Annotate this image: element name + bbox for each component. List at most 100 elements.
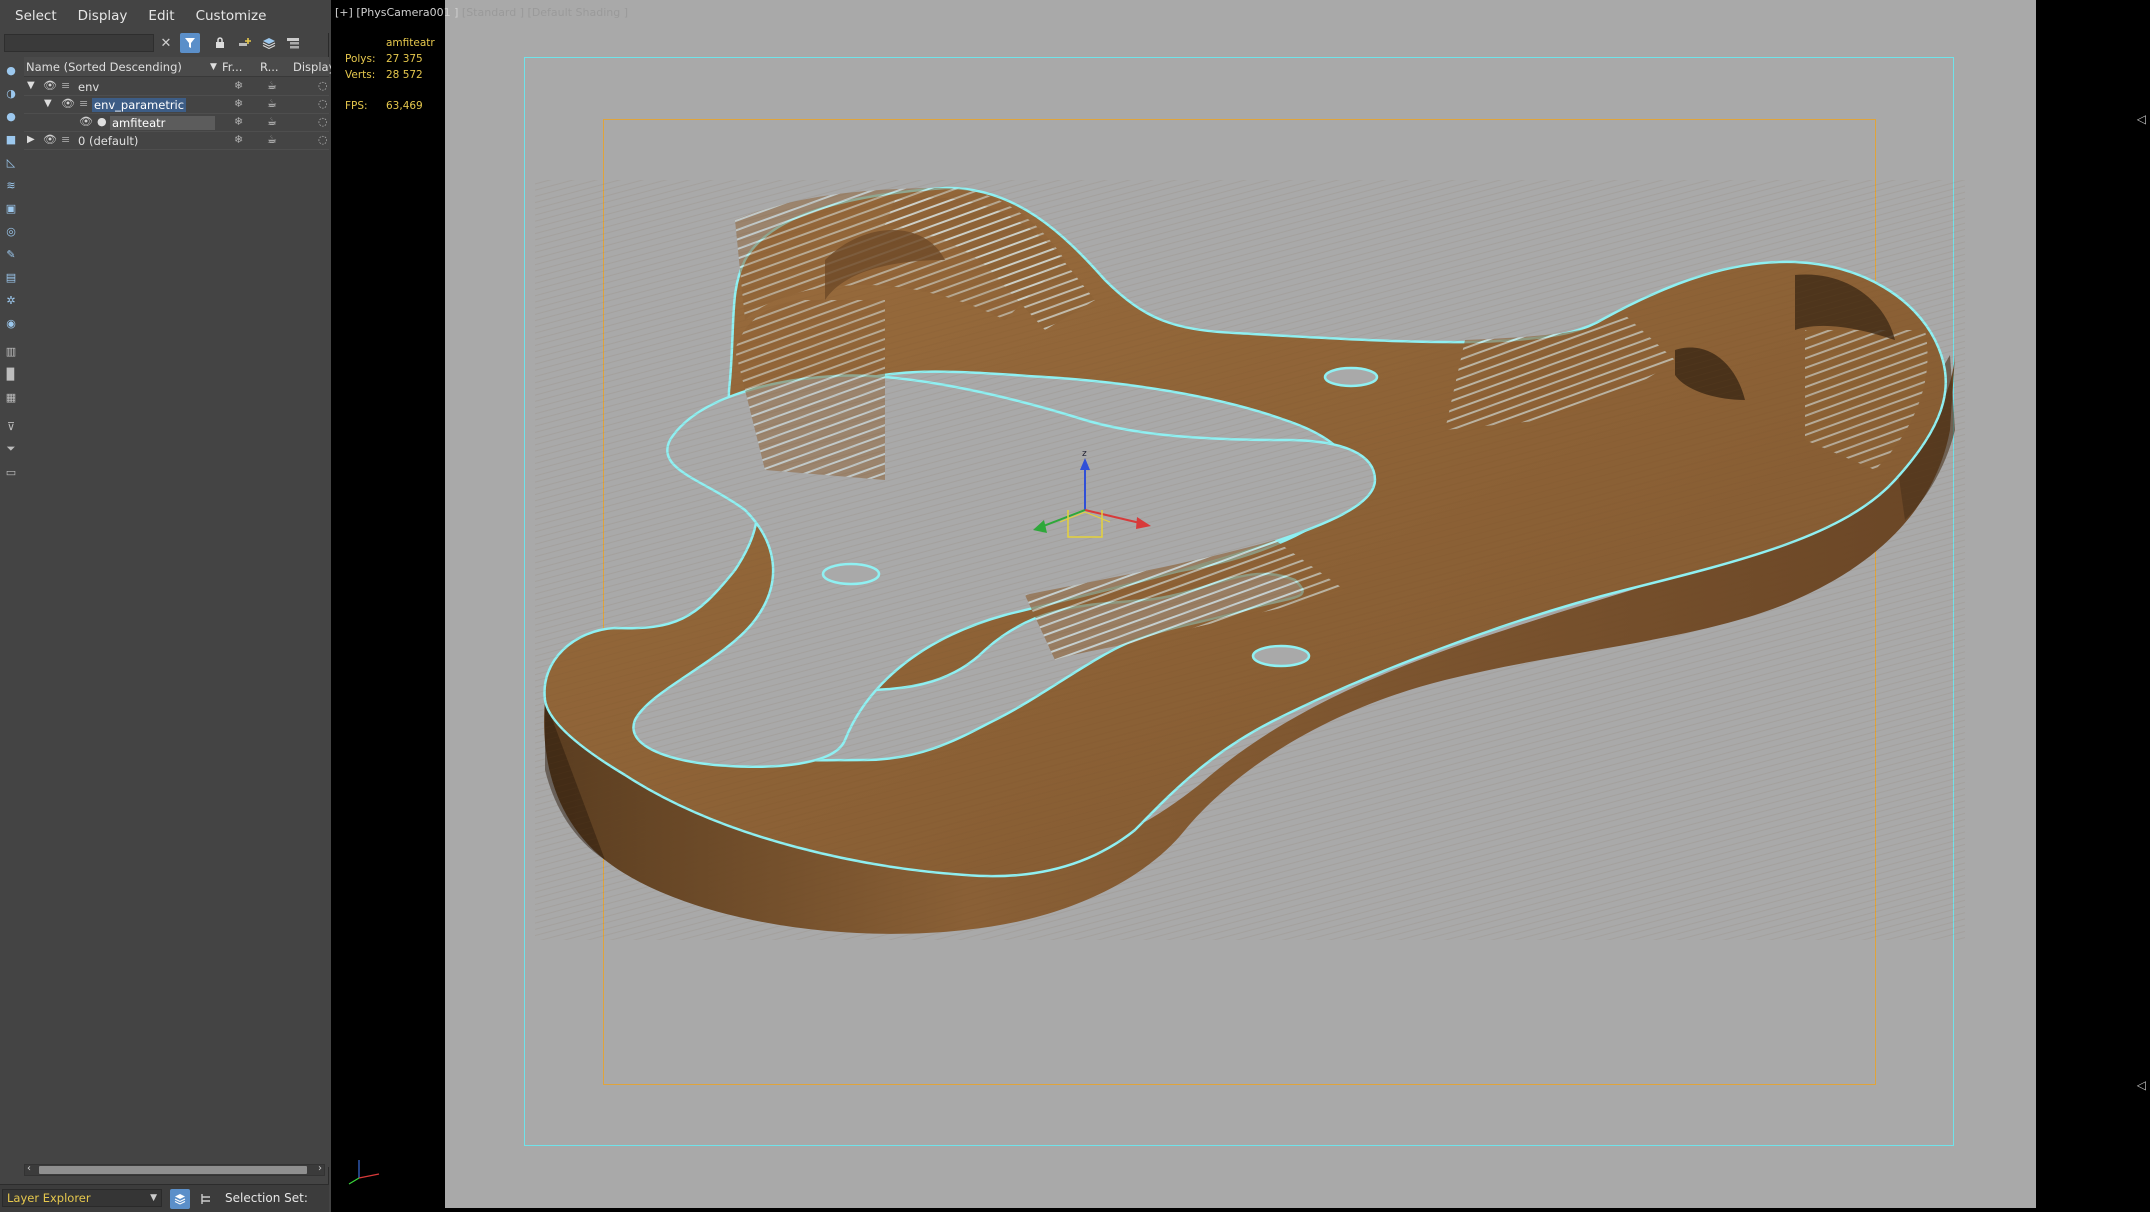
stats-polys-value: 27 375 [386, 53, 423, 65]
render-icon[interactable]: ☕ [267, 97, 277, 110]
sort-by-layer-icon[interactable] [170, 1189, 190, 1209]
expand-panel-icon[interactable]: ◁ [2137, 1078, 2146, 1092]
tree-label: 0 (default) [78, 134, 139, 148]
selection-set-icon[interactable]: ▭ [3, 464, 19, 480]
lock-icon[interactable] [210, 33, 230, 53]
viewport-menu-plus[interactable]: [+] [335, 6, 353, 19]
amphitheater-model[interactable]: z [445, 0, 2036, 1208]
menu-select[interactable]: Select [6, 0, 69, 33]
sort-icon: ▼ [210, 62, 217, 72]
group-filter-icon[interactable]: ▣ [3, 200, 19, 216]
horizontal-scrollbar[interactable]: ‹ › [24, 1163, 325, 1176]
tree-row-default[interactable]: ▶ 👁 ≡ 0 (default) ❄ ☕ ◌ [24, 132, 329, 150]
invert-display-icon[interactable]: ▦ [3, 389, 19, 405]
xref-filter-icon[interactable]: ◎ [3, 223, 19, 239]
app-window: Select Display Edit Customize ✕ ● ◑ ● ■ … [0, 0, 2150, 1212]
visibility-filter-icon[interactable]: ◉ [3, 315, 19, 331]
axis-tripod-icon [348, 1160, 380, 1185]
stats-object-name: amfiteatr [386, 37, 435, 49]
collapse-icon[interactable]: ▶ [27, 134, 35, 145]
advanced-filter-icon[interactable]: ⊽ [3, 418, 19, 434]
render-icon[interactable]: ☕ [267, 133, 277, 146]
geometry-filter-icon[interactable]: ● [3, 62, 19, 78]
tree-label: env_parametric [92, 98, 187, 112]
freeze-icon[interactable]: ❄ [234, 97, 243, 110]
tree-row-env[interactable]: ▼ 👁 ≡ env ❄ ☕ ◌ [24, 78, 329, 96]
column-display[interactable]: Display [293, 60, 335, 74]
bone-filter-icon[interactable]: ✎ [3, 246, 19, 262]
expand-panel-icon[interactable]: ◁ [2137, 112, 2146, 126]
render-icon[interactable]: ☕ [267, 115, 277, 128]
display-icon[interactable]: ◌ [318, 97, 328, 110]
shape-filter-icon[interactable]: ◑ [3, 85, 19, 101]
menu-edit[interactable]: Edit [139, 0, 186, 33]
freeze-icon[interactable]: ❄ [234, 133, 243, 146]
scroll-thumb[interactable] [39, 1166, 307, 1174]
dropdown-value: Layer Explorer [7, 1191, 91, 1205]
helper-filter-icon[interactable]: ◺ [3, 154, 19, 170]
eye-icon[interactable]: 👁 [43, 79, 57, 92]
sort-by-hierarchy-icon[interactable] [196, 1189, 216, 1209]
display-none-icon[interactable]: ▉ [3, 366, 19, 382]
viewport-shading-label[interactable]: [Default Shading ] [528, 6, 628, 19]
column-header: Name (Sorted Descending) ▼ Fr... R... Di… [24, 57, 335, 77]
camera-filter-icon[interactable]: ■ [3, 131, 19, 147]
viewport-label[interactable]: [+] [PhysCamera001 ] [Standard ] [Defaul… [335, 6, 628, 19]
viewport-bottom-margin [331, 1208, 2150, 1212]
freeze-icon[interactable]: ❄ [234, 115, 243, 128]
explorer-type-dropdown[interactable]: Layer Explorer ▼ [2, 1189, 162, 1207]
eye-icon[interactable]: 👁 [61, 97, 75, 110]
column-render[interactable]: R... [260, 60, 279, 74]
search-input[interactable] [4, 34, 154, 52]
filter-toolbar: ● ◑ ● ■ ◺ ≋ ▣ ◎ ✎ ▤ ✲ ◉ ▥ ▉ ▦ ⊽ ⏷ ▭ [0, 58, 22, 488]
add-layer-icon[interactable] [235, 33, 255, 53]
display-icon[interactable]: ◌ [318, 115, 328, 128]
container-filter-icon[interactable]: ▤ [3, 269, 19, 285]
object-icon: ● [97, 115, 107, 128]
menu-display[interactable]: Display [69, 0, 140, 33]
close-icon[interactable]: ✕ [156, 33, 176, 53]
expand-icon[interactable]: ▼ [44, 98, 52, 109]
selection-set-label: Selection Set: [225, 1191, 308, 1205]
tree-row-env-parametric[interactable]: ▼ 👁 ≡ env_parametric ❄ ☕ ◌ [24, 96, 329, 114]
viewport-camera-label[interactable]: [PhysCamera001 ] [356, 6, 458, 19]
display-icon[interactable]: ◌ [318, 79, 328, 92]
layer-icon: ≡ [61, 79, 71, 92]
stats-verts-label: Verts: [345, 69, 376, 81]
particle-filter-icon[interactable]: ✲ [3, 292, 19, 308]
menu-bar: Select Display Edit Customize [0, 0, 329, 33]
display-all-icon[interactable]: ▥ [3, 343, 19, 359]
scroll-right-icon[interactable]: › [318, 1163, 322, 1174]
menu-customize[interactable]: Customize [187, 0, 279, 33]
stats-fps-label: FPS: [345, 100, 368, 112]
column-frozen[interactable]: Fr... [222, 60, 242, 74]
freeze-icon[interactable]: ❄ [234, 79, 243, 92]
tree-label: amfiteatr [110, 116, 215, 130]
gizmo-z-label: z [1082, 449, 1087, 459]
scene-explorer-panel: Select Display Edit Customize ✕ ● ◑ ● ■ … [0, 0, 335, 1212]
tree-label: env [78, 80, 100, 94]
display-icon[interactable]: ◌ [318, 133, 328, 146]
stats-verts-value: 28 572 [386, 69, 423, 81]
light-filter-icon[interactable]: ● [3, 108, 19, 124]
viewport-standard-label[interactable]: [Standard ] [462, 6, 524, 19]
filter-settings-icon[interactable]: ⏷ [3, 441, 19, 457]
stats-polys-label: Polys: [345, 53, 376, 65]
layer-icon: ≡ [61, 133, 71, 146]
layers-icon[interactable] [259, 33, 279, 53]
spacewarp-filter-icon[interactable]: ≋ [3, 177, 19, 193]
hierarchy-icon[interactable] [283, 33, 303, 53]
explorer-bottom-bar: Layer Explorer ▼ Selection Set: [0, 1184, 329, 1212]
column-name[interactable]: Name (Sorted Descending) [26, 60, 182, 74]
eye-icon[interactable]: 👁 [79, 115, 93, 128]
chevron-down-icon: ▼ [150, 1193, 157, 1203]
wood-grain-overlay [535, 180, 1965, 940]
stats-fps-value: 63,469 [386, 100, 423, 112]
filter-icon[interactable] [180, 33, 200, 53]
render-icon[interactable]: ☕ [267, 79, 277, 92]
eye-icon[interactable]: 👁 [43, 133, 57, 146]
expand-icon[interactable]: ▼ [27, 80, 35, 91]
tree-row-amfiteatr[interactable]: 👁 ● amfiteatr ❄ ☕ ◌ [24, 114, 329, 132]
stats-overlay [331, 0, 445, 1212]
scroll-left-icon[interactable]: ‹ [27, 1163, 31, 1174]
